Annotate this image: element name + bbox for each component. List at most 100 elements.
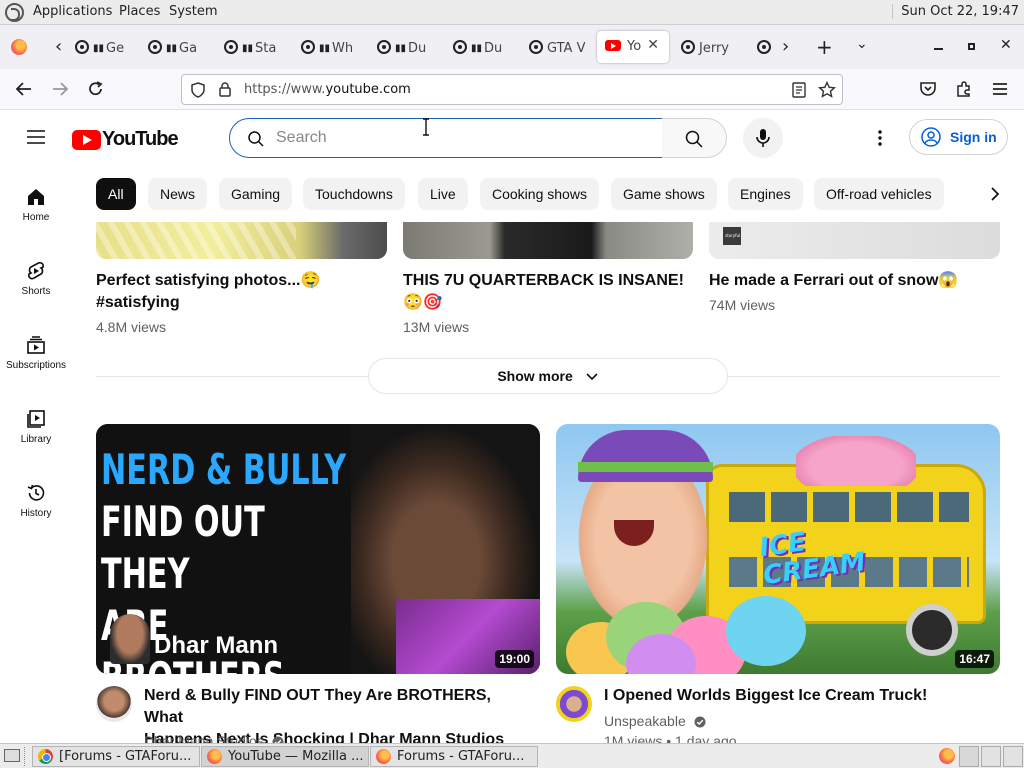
divider xyxy=(728,376,1000,377)
short-thumbnail[interactable] xyxy=(403,222,693,259)
tab[interactable] xyxy=(757,40,773,56)
nav-item-history[interactable]: History xyxy=(0,483,72,519)
search-box[interactable] xyxy=(229,118,663,158)
taskbar-window[interactable]: Forums - GTAForu... xyxy=(370,746,538,767)
workspace-3[interactable] xyxy=(1003,746,1023,767)
video-thumbnail[interactable]: ICE CREAM 16:47 xyxy=(556,424,1000,674)
nav-item-library[interactable]: Library xyxy=(0,409,72,445)
nav-label: History xyxy=(20,508,52,519)
minimize-icon[interactable] xyxy=(934,48,943,50)
chip-all[interactable]: All xyxy=(96,178,136,210)
reader-view-icon[interactable] xyxy=(792,82,806,98)
chip-game-shows[interactable]: Game shows xyxy=(611,178,717,210)
channel-avatar[interactable] xyxy=(556,686,592,722)
nav-item-shorts[interactable]: Shorts xyxy=(0,261,72,297)
tab[interactable]: ▮▮ Sta xyxy=(224,40,280,56)
search-input[interactable] xyxy=(276,127,646,149)
tab-favicon-icon xyxy=(529,40,543,54)
lock-icon[interactable] xyxy=(218,81,232,98)
channel-name[interactable]: Unspeakable xyxy=(604,711,706,731)
back-icon[interactable] xyxy=(15,81,33,97)
chips-next-icon[interactable] xyxy=(989,186,1001,202)
short-title[interactable]: THIS 7U QUARTERBACK IS INSANE! 😳🎯 xyxy=(403,270,693,314)
tab-label: Jerry xyxy=(699,41,729,56)
channel-avatar[interactable] xyxy=(96,686,132,722)
history-icon xyxy=(27,484,45,501)
nav-item-subscriptions[interactable]: Subscriptions xyxy=(0,335,72,371)
show-desktop-icon[interactable] xyxy=(4,749,20,762)
nav-item-home[interactable]: Home xyxy=(0,187,72,223)
chip-cooking-shows[interactable]: Cooking shows xyxy=(480,178,599,210)
short-title[interactable]: Perfect satisfying photos...🤤 #satisfying xyxy=(96,270,387,314)
hamburger-menu-icon[interactable] xyxy=(992,82,1008,96)
workspace-1[interactable] xyxy=(959,746,979,767)
top-panel: Applications Places System Sun Oct 22, 1… xyxy=(0,0,1024,25)
clock[interactable]: Sun Oct 22, 19:47 xyxy=(892,4,1019,19)
firefox-icon xyxy=(207,749,222,764)
system-menu[interactable]: System xyxy=(169,4,217,19)
tab[interactable]: Jerry xyxy=(681,40,737,56)
chip-live[interactable]: Live xyxy=(418,178,468,210)
guide-menu-icon[interactable] xyxy=(26,129,46,145)
thumbnail-ice-cream-top xyxy=(796,436,916,486)
tab-label: Yo xyxy=(627,39,642,54)
show-more-button[interactable]: Show more xyxy=(368,358,728,394)
scroll-tabs-left-icon[interactable]: ‹ xyxy=(55,36,62,57)
chip-news[interactable]: News xyxy=(148,178,208,210)
tab[interactable]: ▮▮ Du xyxy=(377,40,431,56)
tab[interactable]: ▮▮ Ga xyxy=(148,40,202,56)
places-menu[interactable]: Places xyxy=(119,4,160,19)
close-tab-icon[interactable]: ✕ xyxy=(647,37,659,53)
short-views: 74M views xyxy=(709,297,776,313)
nav-label: Subscriptions xyxy=(5,360,67,371)
tab[interactable]: ▮▮ Wh xyxy=(301,40,355,56)
search-button[interactable] xyxy=(662,118,727,158)
sign-in-button[interactable]: Sign in xyxy=(909,119,1008,155)
list-all-tabs-icon[interactable]: ⌄ xyxy=(856,36,868,52)
new-tab-icon[interactable]: + xyxy=(816,35,833,59)
youtube-logo[interactable]: YouTube xyxy=(72,128,179,150)
short-title[interactable]: He made a Ferrari out of snow😱 xyxy=(709,270,1000,292)
url-text[interactable]: https://www.youtube.com xyxy=(244,82,411,97)
voice-search-button[interactable] xyxy=(743,118,783,158)
account-icon xyxy=(921,127,941,147)
bus-wheel xyxy=(906,604,958,656)
chip-gaming[interactable]: Gaming xyxy=(219,178,293,210)
gnome-foot-icon[interactable] xyxy=(5,3,24,22)
tab-favicon-icon xyxy=(453,40,467,54)
video-title[interactable]: I Opened Worlds Biggest Ice Cream Truck! xyxy=(604,685,994,707)
chip-off-road-vehicles[interactable]: Off-road vehicles xyxy=(814,178,944,210)
youtube-wordmark: YouTube xyxy=(102,128,179,150)
bookmark-star-icon[interactable] xyxy=(818,81,836,99)
scroll-tabs-right-icon[interactable]: › xyxy=(782,36,789,57)
paused-icon: ▮▮ xyxy=(471,43,483,54)
chip-touchdowns[interactable]: Touchdowns xyxy=(303,178,405,210)
video-thumbnail[interactable]: NERD & BULLY FIND OUT THEY ARE BROTHERS … xyxy=(96,424,540,674)
video-duration: 19:00 xyxy=(495,650,534,668)
chevron-down-icon xyxy=(586,373,598,381)
close-window-icon[interactable]: ✕ xyxy=(1000,37,1012,53)
reload-icon[interactable] xyxy=(87,80,105,98)
home-icon xyxy=(28,189,44,205)
maximize-icon[interactable] xyxy=(968,43,975,50)
divider xyxy=(96,376,368,377)
pocket-icon[interactable] xyxy=(919,81,937,98)
short-thumbnail[interactable] xyxy=(96,222,387,259)
chip-engines[interactable]: Engines xyxy=(728,178,803,210)
tab[interactable]: ▮▮ Du xyxy=(453,40,507,56)
tab-active[interactable]: Yo ✕ xyxy=(597,31,669,63)
taskbar-window-active[interactable]: YouTube — Mozilla ... xyxy=(201,746,369,767)
shield-icon[interactable] xyxy=(190,82,206,98)
forward-icon[interactable] xyxy=(51,81,69,97)
firefox-launcher-icon[interactable] xyxy=(939,748,955,764)
short-thumbnail[interactable]: storyful xyxy=(709,222,1000,259)
more-options-icon[interactable] xyxy=(877,130,883,146)
address-bar[interactable]: https://www.youtube.com xyxy=(181,74,843,105)
taskbar-window[interactable]: [Forums - GTAForu... xyxy=(32,746,200,767)
tab[interactable]: ▮▮ Ge xyxy=(75,40,127,56)
applications-menu[interactable]: Applications xyxy=(33,4,112,19)
workspace-2[interactable] xyxy=(981,746,1001,767)
extensions-icon[interactable] xyxy=(955,80,973,98)
tab[interactable]: GTA V xyxy=(529,40,585,56)
firefox-view-icon[interactable] xyxy=(11,39,27,55)
